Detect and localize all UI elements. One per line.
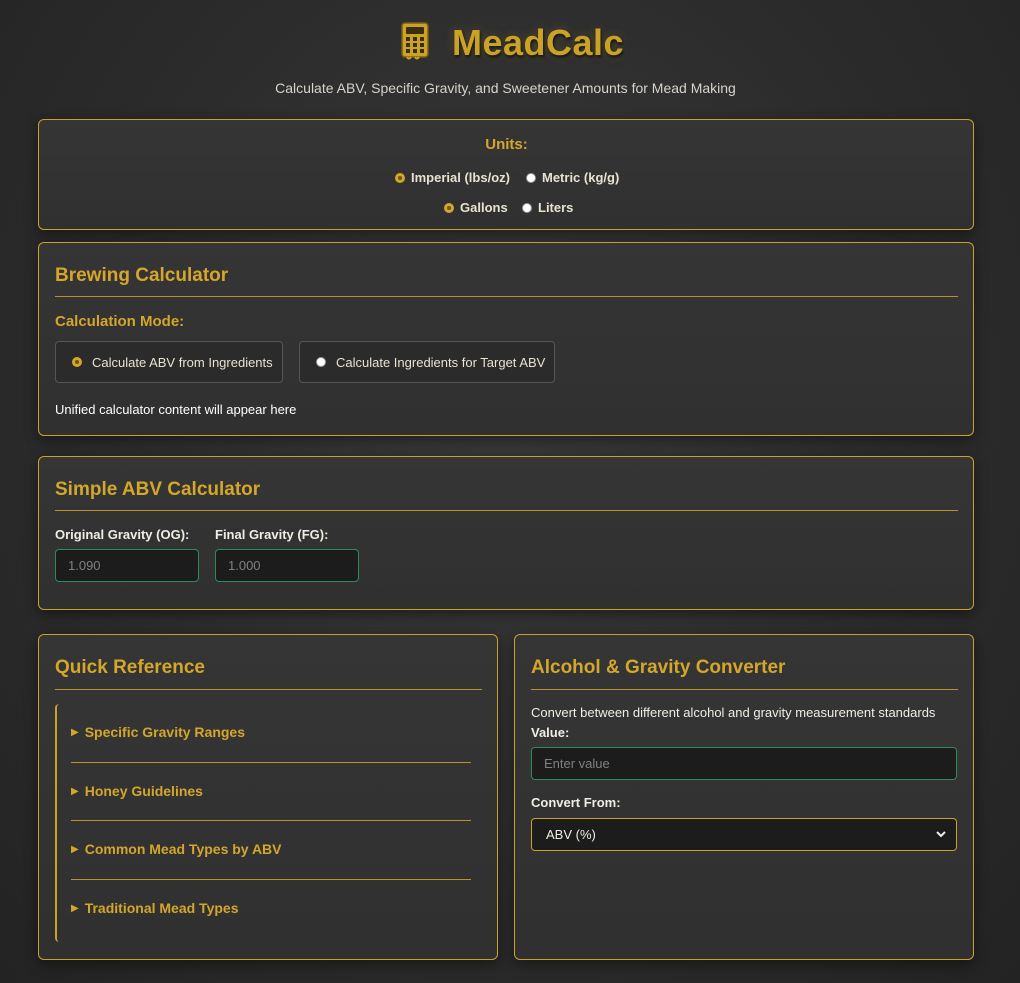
ref-divider [71, 820, 471, 821]
converter-description: Convert between different alcohol and gr… [531, 705, 936, 720]
radio-gallons[interactable]: Gallons [444, 200, 508, 215]
calculation-mode-label: Calculation Mode: [55, 313, 185, 330]
ref-traditional-mead-types[interactable]: ▶ Traditional Mead Types [71, 900, 471, 916]
mode-ingredients-for-target[interactable]: Calculate Ingredients for Target ABV [299, 341, 555, 383]
section-divider [55, 510, 958, 511]
section-divider [55, 296, 958, 297]
fg-input[interactable] [215, 549, 359, 582]
mode-target-radio[interactable] [316, 357, 326, 367]
radio-liters-label: Liters [538, 200, 574, 215]
fg-label: Final Gravity (FG): [215, 527, 329, 542]
ref-divider [71, 762, 471, 763]
radio-liters[interactable]: Liters [522, 200, 573, 215]
converter-card: Alcohol & Gravity Converter Convert betw… [514, 634, 974, 960]
brewing-calculator-title: Brewing Calculator [55, 265, 229, 286]
mode-abv-from-ingredients[interactable]: Calculate ABV from Ingredients [55, 341, 283, 383]
brewing-calculator-card: Brewing Calculator Calculation Mode: Cal… [38, 242, 974, 436]
expand-triangle-icon: ▶ [71, 726, 79, 738]
section-divider [55, 689, 482, 690]
radio-imperial-dot[interactable] [395, 172, 405, 183]
reference-list: ▶ Specific Gravity Ranges ▶ Honey Guidel… [55, 704, 471, 942]
ref-item-label: Specific Gravity Ranges [84, 724, 245, 740]
calculator-placeholder: Unified calculator content will appear h… [55, 402, 297, 417]
radio-metric-dot[interactable] [526, 172, 536, 183]
expand-triangle-icon: ▶ [71, 902, 79, 914]
ref-specific-gravity-ranges[interactable]: ▶ Specific Gravity Ranges [71, 724, 471, 740]
convert-from-label: Convert From: [531, 795, 621, 810]
ref-item-label: Honey Guidelines [84, 783, 203, 799]
mode-abv-radio[interactable] [72, 357, 82, 367]
app-header: MeadCalc Calculate ABV, Specific Gravity… [0, 0, 1020, 110]
og-input[interactable] [55, 549, 199, 582]
value-label: Value: [531, 725, 570, 740]
value-input[interactable] [531, 747, 957, 780]
converter-title: Alcohol & Gravity Converter [531, 657, 786, 678]
radio-metric-label: Metric (kg/g) [542, 170, 620, 185]
radio-liters-dot[interactable] [522, 202, 532, 213]
mode-target-label: Calculate Ingredients for Target ABV [336, 354, 546, 370]
chevron-down-icon [936, 831, 946, 838]
convert-from-select[interactable]: ABV (%) [531, 818, 957, 851]
simple-abv-card: Simple ABV Calculator Original Gravity (… [38, 456, 974, 610]
radio-imperial[interactable]: Imperial (lbs/oz) [395, 170, 510, 185]
radio-gallons-label: Gallons [460, 200, 508, 215]
radio-gallons-dot[interactable] [444, 202, 454, 213]
units-title: Units: [485, 136, 528, 153]
app-title: MeadCalc [452, 22, 625, 63]
calculator-icon [401, 22, 429, 60]
mode-abv-label: Calculate ABV from Ingredients [92, 354, 273, 370]
quick-reference-title: Quick Reference [55, 657, 205, 678]
expand-triangle-icon: ▶ [71, 843, 79, 855]
ref-common-mead-types[interactable]: ▶ Common Mead Types by ABV [71, 841, 471, 857]
ref-item-label: Common Mead Types by ABV [84, 841, 282, 857]
convert-from-value: ABV (%) [546, 827, 596, 842]
ref-honey-guidelines[interactable]: ▶ Honey Guidelines [71, 783, 471, 799]
og-label: Original Gravity (OG): [55, 527, 190, 542]
units-card: Units: Imperial (lbs/oz) Metric (kg/g) G… [38, 119, 974, 230]
quick-reference-card: Quick Reference ▶ Specific Gravity Range… [38, 634, 498, 960]
radio-metric[interactable]: Metric (kg/g) [526, 170, 619, 185]
ref-item-label: Traditional Mead Types [84, 900, 239, 916]
expand-triangle-icon: ▶ [71, 785, 79, 797]
ref-divider [71, 879, 471, 880]
simple-abv-title: Simple ABV Calculator [55, 479, 261, 500]
radio-imperial-label: Imperial (lbs/oz) [411, 170, 510, 185]
section-divider [531, 689, 958, 690]
app-subtitle: Calculate ABV, Specific Gravity, and Swe… [275, 80, 736, 96]
